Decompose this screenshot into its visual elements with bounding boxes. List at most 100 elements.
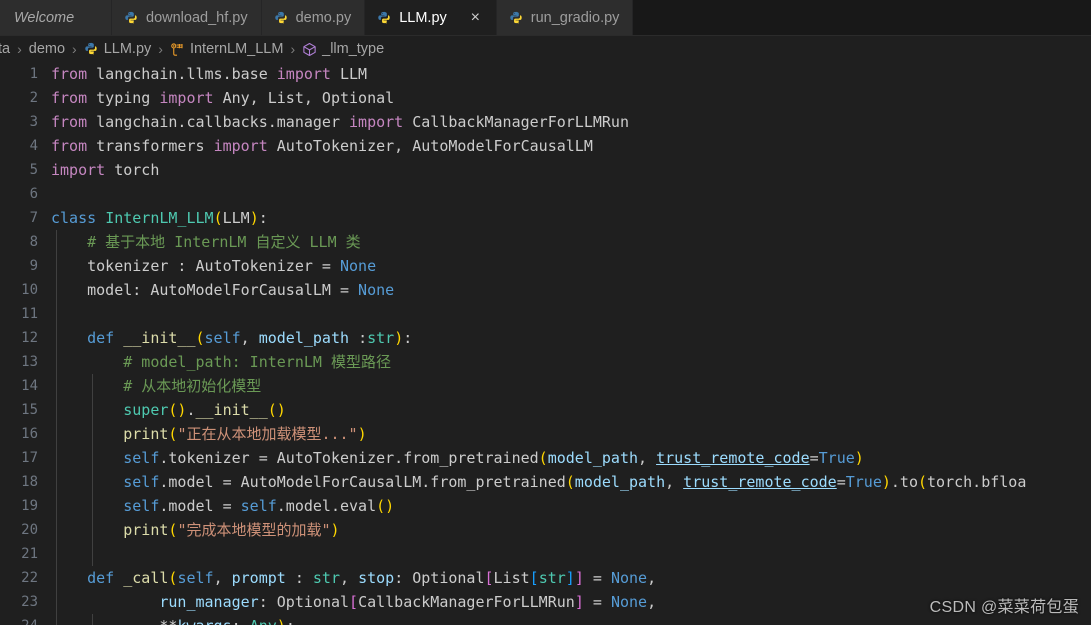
tab-label: Welcome xyxy=(14,10,75,26)
code-line-text: print("正在从本地加载模型...") xyxy=(123,425,367,443)
line-number: 13 xyxy=(21,354,38,370)
tab-bar-empty-space xyxy=(633,0,1091,35)
code-line[interactable]: 12 def __init__(self, model_path :str): xyxy=(0,326,1091,350)
code-line-text: super().__init__() xyxy=(123,401,286,419)
tab-llm-py[interactable]: LLM.py × xyxy=(365,0,497,35)
code-line-text: import torch xyxy=(51,161,160,179)
code-line[interactable]: 5 import torch xyxy=(0,158,1091,182)
code-line[interactable]: 11 xyxy=(0,302,1091,326)
code-editor[interactable]: 1 from langchain.llms.base import LLM 2 … xyxy=(0,62,1091,625)
tab-label: LLM.py xyxy=(399,10,447,26)
code-line-text: # 基于本地 InternLM 自定义 LLM 类 xyxy=(51,233,361,251)
tab-welcome[interactable]: Welcome xyxy=(0,0,112,35)
line-number: 17 xyxy=(21,450,38,466)
editor-tab-bar: Welcome download_hf.py demo.py LLM.py × xyxy=(0,0,1091,36)
code-line[interactable]: 3 from langchain.callbacks.manager impor… xyxy=(0,110,1091,134)
breadcrumb-separator-icon: › xyxy=(72,41,77,57)
python-icon xyxy=(378,11,390,23)
code-line-text: class InternLM_LLM(LLM): xyxy=(51,209,268,227)
breadcrumb-label: _llm_type xyxy=(322,41,385,57)
line-number: 15 xyxy=(21,402,38,418)
code-line[interactable]: 10 model: AutoModelForCausalLM = None xyxy=(0,278,1091,302)
code-line-text: model: AutoModelForCausalLM = None xyxy=(51,281,395,299)
tab-label: download_hf.py xyxy=(146,10,248,26)
breadcrumb-separator-icon: › xyxy=(290,41,296,57)
code-line[interactable]: 2 from typing import Any, List, Optional xyxy=(0,86,1091,110)
code-line[interactable]: 18 self.model = AutoModelForCausalLM.fro… xyxy=(0,470,1091,494)
code-line[interactable]: 4 from transformers import AutoTokenizer… xyxy=(0,134,1091,158)
code-line[interactable]: 17 self.tokenizer = AutoTokenizer.from_p… xyxy=(0,446,1091,470)
code-line[interactable]: 24 **kwargs: Any): xyxy=(0,614,1091,625)
line-number: 4 xyxy=(29,138,38,154)
line-number: 10 xyxy=(21,282,38,298)
code-line[interactable]: 15 super().__init__() xyxy=(0,398,1091,422)
code-line[interactable]: 22 def _call(self, prompt : str, stop: O… xyxy=(0,566,1091,590)
code-line[interactable]: 14 # 从本地初始化模型 xyxy=(0,374,1091,398)
breadcrumb-label: ta xyxy=(0,41,11,57)
breadcrumb-item-file-llm-py[interactable]: LLM.py xyxy=(84,41,151,57)
line-number: 23 xyxy=(21,594,38,610)
code-line-text: from typing import Any, List, Optional xyxy=(51,89,395,107)
code-line-text: def __init__(self, model_path :str): xyxy=(87,329,413,347)
code-line-text: print("完成本地模型的加载") xyxy=(123,521,340,539)
code-line-text: from langchain.callbacks.manager import … xyxy=(51,113,629,131)
line-number: 12 xyxy=(21,330,38,346)
code-line[interactable]: 23 run_manager: Optional[CallbackManager… xyxy=(0,590,1091,614)
property-symbol-icon xyxy=(303,42,316,56)
breadcrumb-label: InternLM_LLM xyxy=(189,41,284,57)
line-number: 18 xyxy=(21,474,38,490)
breadcrumb-separator-icon: › xyxy=(158,41,163,57)
line-number: 24 xyxy=(0,614,40,625)
code-line-text: tokenizer : AutoTokenizer = None xyxy=(51,257,377,275)
code-content[interactable]: 1 from langchain.llms.base import LLM 2 … xyxy=(0,62,1091,625)
line-number: 20 xyxy=(21,522,38,538)
code-line-text: from transformers import AutoTokenizer, … xyxy=(51,137,593,155)
code-line-text: run_manager: Optional[CallbackManagerFor… xyxy=(159,593,657,611)
line-number: 8 xyxy=(29,234,38,250)
code-line-text: **kwargs: Any): xyxy=(40,614,1091,625)
breadcrumb: ta › demo › LLM.py › InternLM_LLM › _llm… xyxy=(0,36,1091,62)
line-number: 7 xyxy=(29,210,38,226)
line-number: 16 xyxy=(21,426,38,442)
code-line-text: # model_path: InternLM 模型路径 xyxy=(51,353,391,371)
code-line-text: # 从本地初始化模型 xyxy=(51,377,262,395)
breadcrumb-separator-icon: › xyxy=(17,41,22,57)
tab-label: demo.py xyxy=(295,10,352,26)
breadcrumb-label: demo xyxy=(28,41,66,57)
vscode-window: Welcome download_hf.py demo.py LLM.py × xyxy=(0,0,1091,625)
code-line[interactable]: 9 tokenizer : AutoTokenizer = None xyxy=(0,254,1091,278)
line-number: 3 xyxy=(29,114,38,130)
breadcrumb-item-folder-data[interactable]: ta xyxy=(0,41,10,57)
python-icon xyxy=(125,11,137,23)
tab-run-gradio-py[interactable]: run_gradio.py xyxy=(496,0,634,35)
line-number: 2 xyxy=(29,90,38,106)
line-number: 6 xyxy=(29,186,38,202)
tab-label: run_gradio.py xyxy=(530,10,620,26)
code-line[interactable]: 20 print("完成本地模型的加载") xyxy=(0,518,1091,542)
tab-demo-py[interactable]: demo.py xyxy=(261,0,366,35)
code-line[interactable]: 8 # 基于本地 InternLM 自定义 LLM 类 xyxy=(0,230,1091,254)
code-line-text: def _call(self, prompt : str, stop: Opti… xyxy=(87,569,657,587)
line-number: 22 xyxy=(21,570,38,586)
line-number: 11 xyxy=(21,306,38,322)
code-line[interactable]: 16 print("正在从本地加载模型...") xyxy=(0,422,1091,446)
tab-download-hf-py[interactable]: download_hf.py xyxy=(112,0,262,35)
breadcrumb-item-folder-demo[interactable]: demo xyxy=(29,41,65,57)
python-icon xyxy=(510,11,522,23)
code-line[interactable]: 13 # model_path: InternLM 模型路径 xyxy=(0,350,1091,374)
python-icon xyxy=(84,42,97,54)
code-line-text: self.model = AutoModelForCausalLM.from_p… xyxy=(123,473,1027,491)
code-line[interactable]: 1 from langchain.llms.base import LLM xyxy=(0,62,1091,86)
breadcrumb-item-property-llm-type[interactable]: _llm_type xyxy=(302,41,384,57)
close-icon[interactable]: × xyxy=(468,10,483,26)
line-number: 21 xyxy=(21,546,38,562)
line-number: 19 xyxy=(21,498,38,514)
code-line[interactable]: 19 self.model = self.model.eval() xyxy=(0,494,1091,518)
line-number: 9 xyxy=(29,258,38,274)
code-line[interactable]: 7 class InternLM_LLM(LLM): xyxy=(0,206,1091,230)
code-line-text: from langchain.llms.base import LLM xyxy=(51,65,368,83)
code-line[interactable]: 6 xyxy=(0,182,1091,206)
breadcrumb-item-class-internlm-llm[interactable]: InternLM_LLM xyxy=(170,41,284,57)
line-number: 14 xyxy=(21,378,38,394)
code-line[interactable]: 21 xyxy=(0,542,1091,566)
